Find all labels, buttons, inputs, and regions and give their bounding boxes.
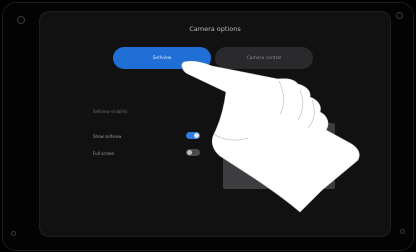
bottom-left-camera-dot (11, 231, 16, 236)
touch-panel-device: Camera options Selfview Camera control S… (2, 2, 414, 251)
toggle-knob (194, 133, 199, 138)
selfview-visibility-heading: Selfview visibility (93, 109, 128, 114)
full-screen-label: Full screen (93, 151, 115, 156)
tab-selfview[interactable]: Selfview (113, 47, 211, 69)
full-screen-toggle[interactable] (186, 149, 200, 156)
camera-options-screen: Camera options Selfview Camera control S… (39, 11, 391, 237)
tab-camera-control[interactable]: Camera control (215, 47, 313, 69)
selfview-preview (223, 123, 335, 189)
page-title: Camera options (189, 25, 241, 33)
bottom-right-camera-dot (400, 229, 405, 234)
toggle-knob (187, 150, 192, 155)
camera-tabs: Selfview Camera control (113, 47, 313, 69)
show-selfview-label: Show selfview (93, 134, 122, 139)
top-right-camera-dot (396, 12, 403, 19)
top-left-camera-dot (17, 16, 25, 24)
show-selfview-toggle[interactable] (186, 132, 200, 139)
